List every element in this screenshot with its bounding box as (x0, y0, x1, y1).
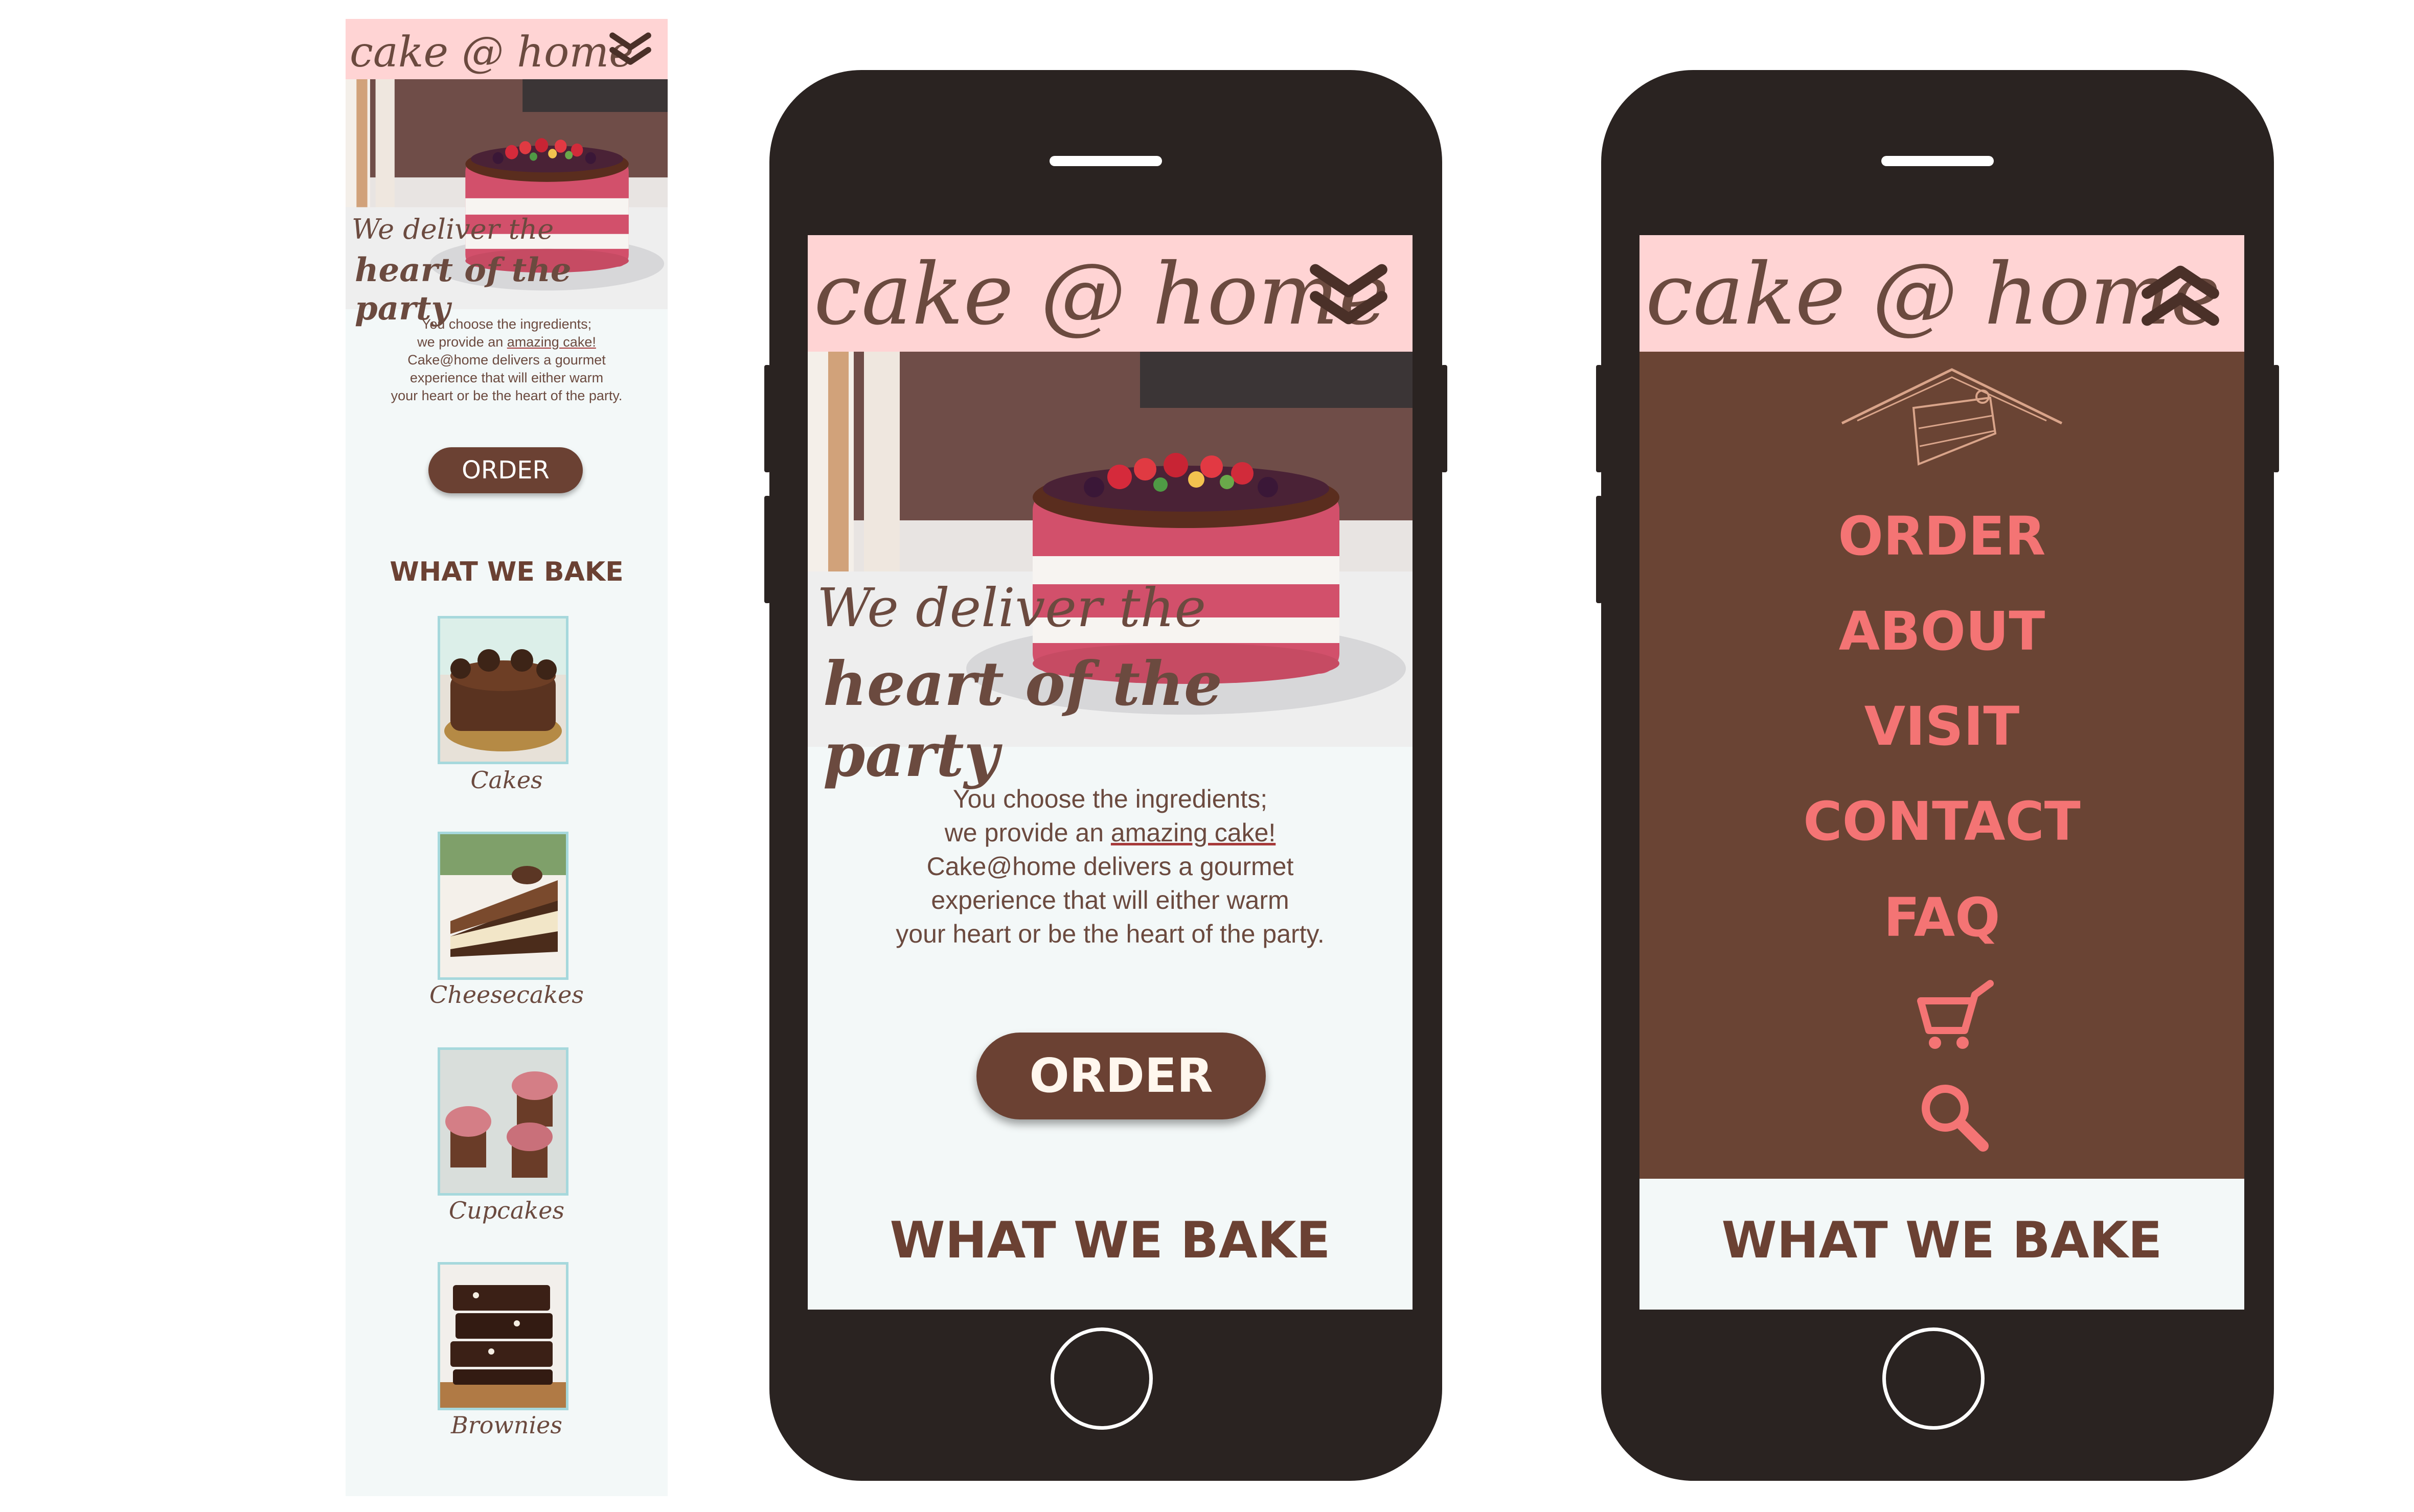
site-header: cake @ home (1639, 235, 2244, 352)
order-button[interactable]: ORDER (976, 1033, 1266, 1119)
cart-icon[interactable] (1914, 979, 1995, 1051)
home-button[interactable] (1051, 1327, 1153, 1430)
product-label-brownies: Brownies (450, 1411, 563, 1439)
what-we-bake-heading: WHAT WE BAKE (1721, 1211, 2162, 1270)
menu-item-order[interactable]: ORDER (1639, 505, 2244, 567)
intro-line: we provide an amazing cake! (366, 333, 647, 351)
intro-line-prefix: we provide an (944, 818, 1111, 847)
product-tile-cheesecakes[interactable] (438, 832, 568, 980)
cupcakes-photo (440, 1050, 566, 1193)
chevron-double-down-icon[interactable] (608, 31, 652, 67)
site-logo[interactable]: cake @ home (814, 245, 1389, 344)
hero-banner: We deliver the heart of the party (808, 352, 1413, 790)
site-header: cake @ home (346, 19, 668, 79)
hero-tagline-line1: We deliver the (352, 213, 554, 245)
intro-line: we provide an amazing cake! (849, 816, 1372, 850)
chevron-double-down-icon[interactable] (1309, 262, 1388, 328)
phone-screen: cake @ home We deliver the heart of the … (808, 235, 1413, 1310)
chocolate-cake-photo (440, 618, 566, 762)
intro-line: your heart or be the heart of the party. (391, 388, 623, 403)
hero-tagline-line2: heart of the party (823, 648, 1223, 790)
intro-text: You choose the ingredients; we provide a… (366, 315, 647, 405)
menu-item-about[interactable]: ABOUT (1639, 600, 2244, 662)
intro-text: You choose the ingredients; we provide a… (849, 782, 1372, 951)
what-we-bake-heading: WHAT WE BAKE (890, 1211, 1331, 1270)
menu-item-faq[interactable]: FAQ (1639, 886, 2244, 949)
search-icon[interactable] (1919, 1082, 1990, 1153)
hero-banner: We deliver the heart of the party (346, 79, 668, 328)
scroll-page-mockup: cake @ home We deliver the heart of the … (346, 19, 668, 1496)
chevron-double-up-icon[interactable] (2140, 262, 2220, 328)
site-logo[interactable]: cake @ home (350, 28, 634, 77)
intro-line: experience that will either warm (409, 370, 604, 385)
brownie-stack-photo (440, 1265, 566, 1408)
home-button[interactable] (1882, 1327, 1985, 1430)
phone-screen: cake @ home ORDER ABOUT VISIT CONTACT FA… (1639, 235, 2244, 1310)
intro-line: Cake@home delivers a gourmet (926, 852, 1294, 881)
order-button[interactable]: ORDER (428, 447, 583, 493)
phone-speaker (1050, 156, 1162, 166)
intro-line: Cake@home delivers a gourmet (407, 352, 606, 368)
what-we-bake-heading: WHAT WE BAKE (390, 557, 624, 587)
intro-line: You choose the ingredients; (421, 316, 592, 332)
intro-line: You choose the ingredients; (952, 785, 1268, 813)
site-logo[interactable]: cake @ home (1646, 245, 2221, 344)
amazing-cake-link[interactable]: amazing cake! (507, 334, 596, 350)
phone-menu-open: cake @ home ORDER ABOUT VISIT CONTACT FA… (1596, 70, 2279, 1481)
site-header: cake @ home (808, 235, 1413, 352)
product-tile-cakes[interactable] (438, 616, 568, 764)
product-label-cakes: Cakes (470, 766, 543, 794)
product-label-cupcakes: Cupcakes (448, 1197, 565, 1224)
phone-home-screen: cake @ home We deliver the heart of the … (764, 70, 1447, 1481)
menu-item-contact[interactable]: CONTACT (1639, 790, 2244, 853)
intro-line: your heart or be the heart of the party. (896, 920, 1325, 948)
product-tile-cupcakes[interactable] (438, 1047, 568, 1196)
phone-speaker (1881, 156, 1994, 166)
product-tile-brownies[interactable] (438, 1262, 568, 1410)
nav-menu: ORDER ABOUT VISIT CONTACT FAQ (1639, 352, 2244, 1179)
intro-line: experience that will either warm (931, 886, 1289, 914)
intro-line-prefix: we provide an (417, 334, 507, 350)
amazing-cake-link[interactable]: amazing cake! (1111, 818, 1276, 847)
menu-item-visit[interactable]: VISIT (1639, 695, 2244, 758)
cake-house-logo-icon (1841, 368, 2063, 466)
product-label-cheesecakes: Cheesecakes (429, 981, 584, 1009)
cheesecake-slice-photo (440, 834, 566, 977)
hero-tagline-line1: We deliver the (817, 577, 1206, 639)
